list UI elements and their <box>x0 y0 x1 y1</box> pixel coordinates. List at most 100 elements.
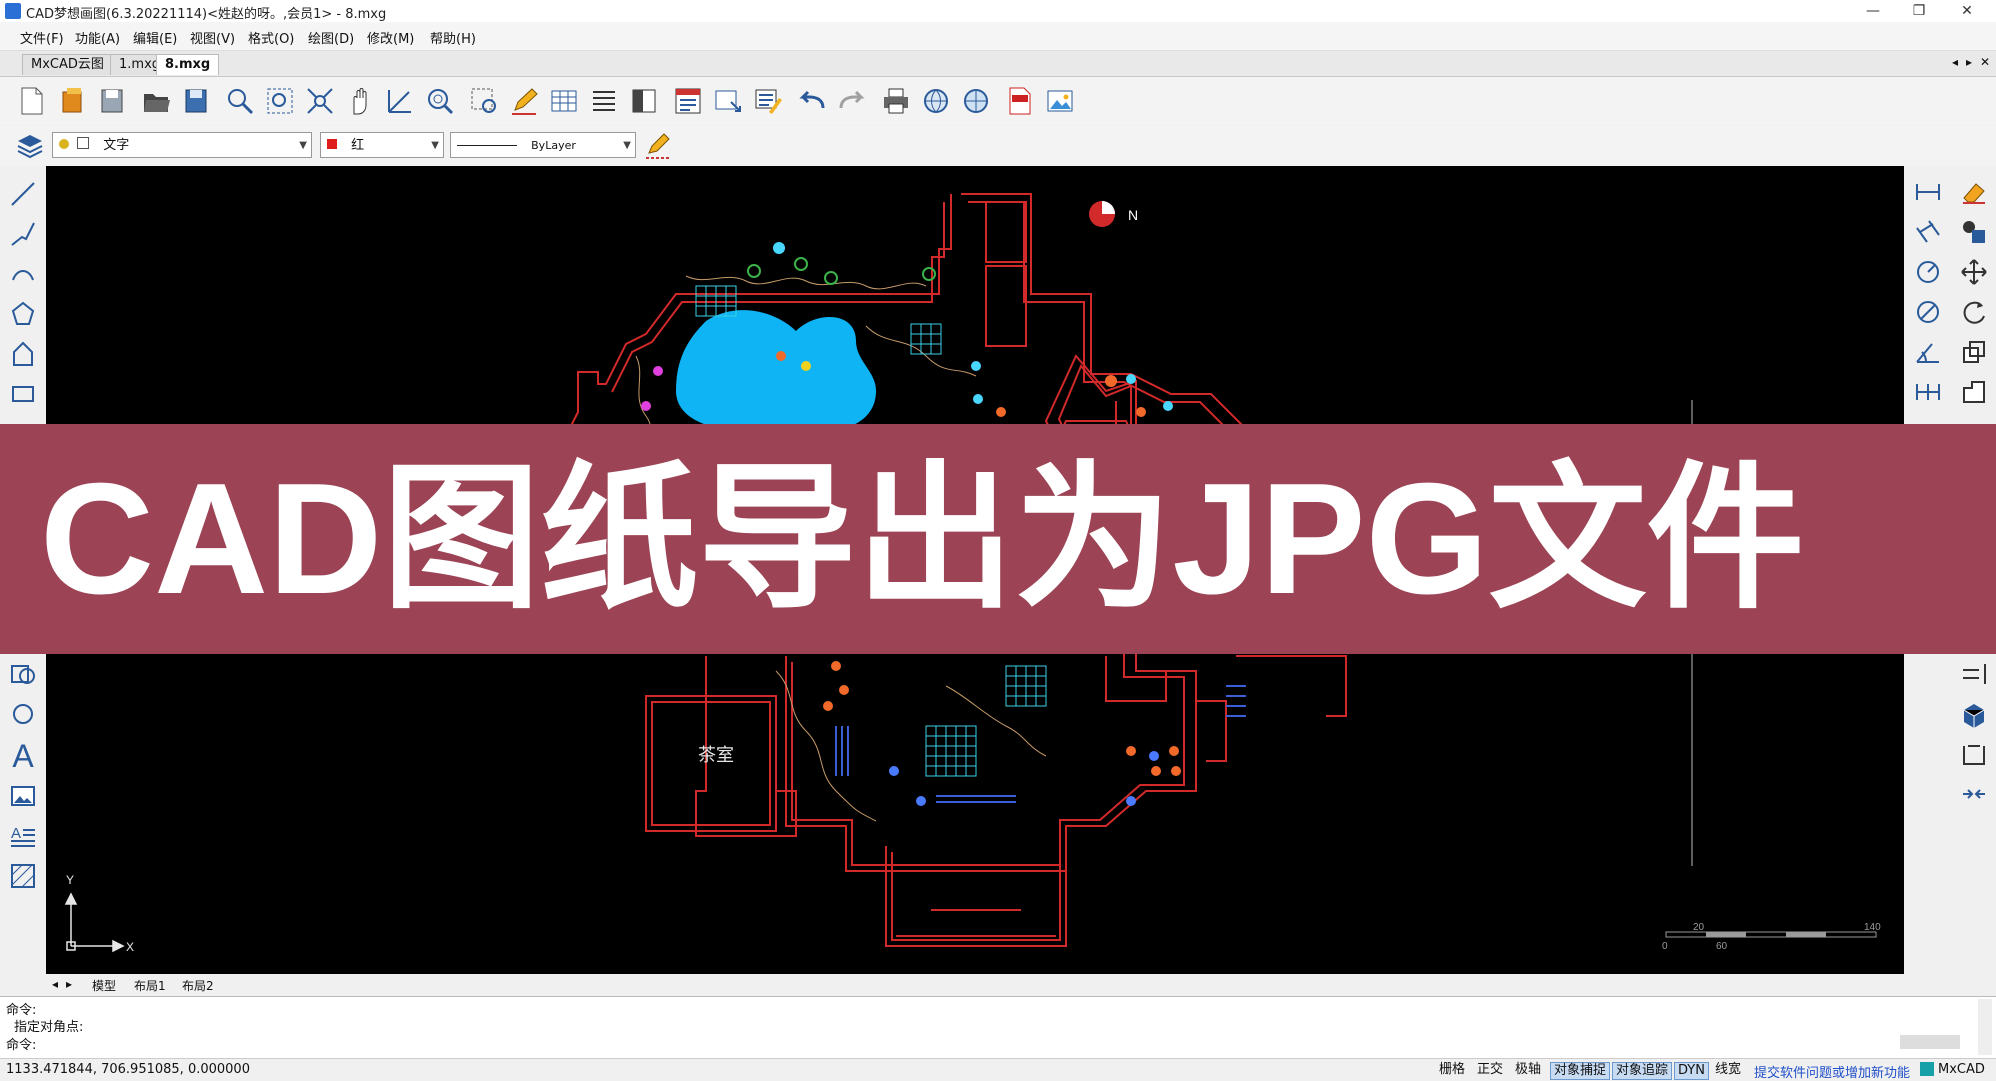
status-bar: 1133.471844, 706.951085, 0.000000 栅格 正交 … <box>0 1058 1996 1081</box>
layout-tab-bar: ◂ ▸ 模型 布局1 布局2 <box>46 975 1904 995</box>
linetype-select[interactable]: ByLayer ▼ <box>450 132 636 158</box>
export-image-icon[interactable] <box>1042 83 1078 119</box>
circle-tool-icon[interactable] <box>5 696 41 732</box>
pan-hand-icon[interactable] <box>342 83 378 119</box>
tab-close-icon[interactable]: ✕ <box>1980 55 1990 69</box>
tab-next-icon[interactable]: ▸ <box>1966 55 1972 69</box>
color-select[interactable]: 红 ▼ <box>320 132 444 158</box>
save-icon[interactable] <box>94 83 130 119</box>
command-hscrollbar[interactable] <box>1900 1035 1960 1049</box>
rectangle-tool-icon[interactable] <box>5 376 41 412</box>
command-window[interactable]: 命令: 指定对角点: 命令: <box>0 996 1996 1059</box>
measure-icon[interactable] <box>382 83 418 119</box>
region-tool-icon[interactable] <box>5 656 41 692</box>
open-folder-icon[interactable] <box>138 83 174 119</box>
layout-next-icon[interactable]: ▸ <box>66 977 72 991</box>
web-publish-icon[interactable] <box>958 83 994 119</box>
zoom-window-icon[interactable] <box>222 83 258 119</box>
menu-help[interactable]: 帮助(H) <box>430 28 476 47</box>
room-label-tea-room: 茶室 <box>698 745 734 766</box>
layout-tab-1[interactable]: 布局1 <box>134 977 166 994</box>
scale-icon[interactable] <box>1956 334 1992 370</box>
layout-tab-2[interactable]: 布局2 <box>182 977 214 994</box>
zoom-all-icon[interactable] <box>302 83 338 119</box>
angular-dimension-icon[interactable] <box>1910 334 1946 370</box>
text-tool-icon[interactable]: A <box>5 738 41 774</box>
web-globe-icon[interactable] <box>918 83 954 119</box>
layout-prev-icon[interactable]: ◂ <box>52 977 58 991</box>
3d-box-icon[interactable] <box>1956 696 1992 732</box>
mtext-tool-icon[interactable]: A <box>5 818 41 854</box>
erase-icon[interactable] <box>1956 174 1992 210</box>
layers-icon[interactable] <box>12 128 48 164</box>
menu-view[interactable]: 视图(V) <box>190 28 235 47</box>
layer-value: 文字 <box>103 138 130 153</box>
toggle-object-snap[interactable]: 对象捕捉 <box>1550 1062 1611 1080</box>
menu-bar: 文件(F) 功能(A) 编辑(E) 视图(V) 格式(O) 绘图(D) 修改(M… <box>0 22 1996 51</box>
explode-icon[interactable] <box>1956 736 1992 772</box>
rotate-icon[interactable] <box>1956 294 1992 330</box>
select-icon[interactable] <box>466 83 502 119</box>
line-tool-icon[interactable] <box>5 176 41 212</box>
close-button[interactable]: ✕ <box>1944 0 1990 22</box>
move-icon[interactable] <box>1956 254 1992 290</box>
open-recent-icon[interactable] <box>54 83 90 119</box>
properties-icon[interactable] <box>586 83 622 119</box>
tab-8-mxg[interactable]: 8.mxg <box>156 54 220 75</box>
redo-icon[interactable] <box>834 83 870 119</box>
toggle-grid[interactable]: 栅格 <box>1436 1062 1468 1078</box>
join-icon[interactable] <box>1956 776 1992 812</box>
feedback-link[interactable]: 提交软件问题或增加新功能 <box>1754 1062 1910 1081</box>
menu-modify[interactable]: 修改(M) <box>367 28 414 47</box>
insert-block-icon[interactable] <box>710 83 746 119</box>
print-icon[interactable] <box>878 83 914 119</box>
layout-tab-model[interactable]: 模型 <box>92 977 116 994</box>
linear-dimension-icon[interactable] <box>1910 174 1946 210</box>
toggle-object-track[interactable]: 对象追踪 <box>1612 1062 1673 1080</box>
toggle-ortho[interactable]: 正交 <box>1474 1062 1506 1078</box>
polygon-tool-icon[interactable] <box>5 296 41 332</box>
continue-dimension-icon[interactable] <box>1910 374 1946 410</box>
menu-draw[interactable]: 绘图(D) <box>308 28 354 47</box>
new-file-icon[interactable] <box>14 83 50 119</box>
restore-button[interactable]: ❐ <box>1896 0 1942 22</box>
radius-dimension-icon[interactable] <box>1910 254 1946 290</box>
table-icon[interactable] <box>546 83 582 119</box>
save-as-icon[interactable] <box>178 83 214 119</box>
diameter-dimension-icon[interactable] <box>1910 294 1946 330</box>
scale-label: 140 <box>1864 922 1881 933</box>
edit-pencil-icon[interactable] <box>506 83 542 119</box>
menu-file[interactable]: 文件(F) <box>20 28 64 47</box>
tab-mxcad-cloud[interactable]: MxCAD云图 <box>22 54 113 75</box>
north-label: N <box>1128 207 1138 223</box>
image-tool-icon[interactable] <box>5 778 41 814</box>
menu-edit[interactable]: 编辑(E) <box>133 28 177 47</box>
polyline-tool-icon[interactable] <box>5 216 41 252</box>
toggle-lineweight[interactable]: 线宽 <box>1712 1062 1744 1078</box>
match-properties-icon[interactable] <box>750 83 786 119</box>
command-scrollbar[interactable] <box>1978 999 1992 1055</box>
cursor-coordinates: 1133.471844, 706.951085, 0.000000 <box>6 1062 250 1077</box>
layer-manager-icon[interactable] <box>626 83 662 119</box>
zoom-extents-icon[interactable] <box>262 83 298 119</box>
toggle-polar[interactable]: 极轴 <box>1512 1062 1544 1078</box>
block-editor-icon[interactable] <box>670 83 706 119</box>
command-history-line: 指定对角点: <box>14 1020 84 1035</box>
stretch-icon[interactable] <box>1956 374 1992 410</box>
lineweight-pencil-icon[interactable] <box>640 128 676 164</box>
aligned-dimension-icon[interactable] <box>1910 214 1946 250</box>
toggle-dyn[interactable]: DYN <box>1674 1062 1709 1080</box>
pentagon-tool-icon[interactable] <box>5 336 41 372</box>
minimize-button[interactable]: — <box>1850 0 1896 22</box>
layer-select[interactable]: 文字 ▼ <box>52 132 312 158</box>
hatch-tool-icon[interactable] <box>5 858 41 894</box>
menu-function[interactable]: 功能(A) <box>75 28 120 47</box>
extend-icon[interactable] <box>1956 656 1992 692</box>
tab-prev-icon[interactable]: ◂ <box>1952 55 1958 69</box>
export-pdf-icon[interactable] <box>1002 83 1038 119</box>
zoom-realtime-icon[interactable] <box>422 83 458 119</box>
arc-tool-icon[interactable] <box>5 256 41 292</box>
copy-icon[interactable] <box>1956 214 1992 250</box>
undo-icon[interactable] <box>794 83 830 119</box>
menu-format[interactable]: 格式(O) <box>248 28 294 47</box>
